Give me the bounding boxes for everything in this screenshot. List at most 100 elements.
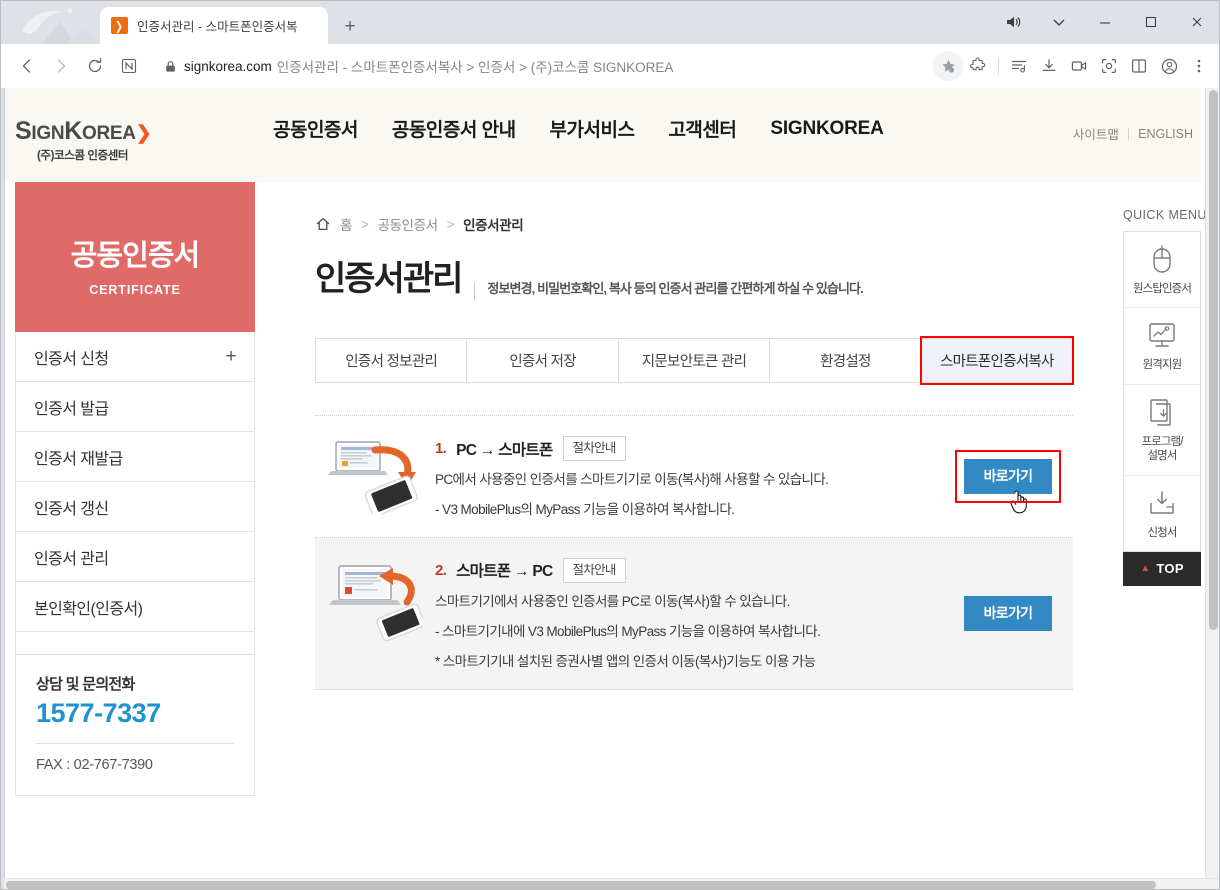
logo-ign: IGN (31, 123, 65, 144)
sidebar-item-renew[interactable]: 인증서 갱신 (15, 482, 255, 532)
phone-to-laptop-icon (315, 554, 435, 644)
page-description: 정보변경, 비밀번호확인, 복사 등의 인증서 관리를 간편하게 하실 수 있습… (474, 282, 864, 300)
tab-fingerprint-token[interactable]: 지문보안토큰 관리 (618, 339, 771, 382)
logo-subtitle: (주)코스콤 인증센터 (37, 150, 129, 162)
gnb-item-2[interactable]: 부가서비스 (550, 115, 669, 142)
browser-tab[interactable]: ❯ 인증서관리 - 스마트폰인증서복 (100, 7, 328, 44)
sidebar-item-identity[interactable]: 본인확인(인증서) (15, 582, 255, 632)
address-bar[interactable]: signkorea.com 인증서관리 - 스마트폰인증서복사 > 인증서 > … (154, 51, 927, 81)
list-item-title-line: 1. PC → 스마트폰 절차안내 (435, 436, 943, 461)
gnb-item-0[interactable]: 공동인증서 (273, 115, 392, 142)
quick-item-remote[interactable]: 원격지원 (1124, 308, 1200, 385)
star-bookmark-icon[interactable] (933, 51, 963, 81)
tab-cert-save[interactable]: 인증서 저장 (467, 339, 619, 382)
cta-wrapper-highlighted: 바로가기 (943, 450, 1073, 514)
quick-item-label: 원스탑인증서 (1132, 283, 1192, 295)
horizontal-scrollbar[interactable] (4, 878, 1220, 890)
split-screen-icon[interactable] (1124, 51, 1154, 81)
cta-wrapper: 바로가기 (943, 595, 1073, 631)
contact-phone: 1577-7337 (36, 698, 161, 728)
quick-item-onestop[interactable]: 원스탑인증서 (1124, 232, 1200, 309)
global-nav: 공동인증서 공동인증서 안내 부가서비스 고객센터 SIGNKOREA (273, 115, 918, 142)
back-icon[interactable] (10, 51, 44, 81)
horizontal-scrollbar-thumb[interactable] (6, 881, 1156, 889)
breadcrumb-sep-1: > (361, 216, 369, 232)
site-header: SIGNKOREA❯ (주)코스콤 인증센터 공동인증서 공동인증서 안내 부가… (5, 88, 1201, 182)
volume-icon[interactable] (990, 0, 1036, 44)
tab-cert-info[interactable]: 인증서 정보관리 (316, 339, 468, 382)
guide-button[interactable]: 절차안내 (562, 557, 626, 583)
naver-whale-home-icon[interactable] (112, 51, 146, 81)
list-item-body: 2. 스마트폰 → PC 절차안내 스마트기기에서 사용중인 인증서를 PC로 … (435, 554, 943, 673)
list-item-title-line: 2. 스마트폰 → PC 절차안내 (435, 557, 943, 583)
lock-icon (164, 60, 177, 73)
sidebar-item-manage[interactable]: 인증서 관리 (15, 532, 255, 582)
english-link[interactable]: ENGLISH (1138, 127, 1193, 141)
logo-orea: OREA (82, 123, 136, 144)
util-divider: | (1126, 126, 1131, 141)
sidebar-item-reissue[interactable]: 인증서 재발급 (15, 432, 255, 482)
page-viewport: SIGNKOREA❯ (주)코스콤 인증센터 공동인증서 공동인증서 안내 부가… (4, 88, 1216, 878)
plus-icon[interactable]: + (226, 347, 237, 366)
sitemap-link[interactable]: 사이트맵 (1073, 124, 1119, 143)
vertical-scrollbar[interactable] (1205, 88, 1220, 878)
gnb-item-1[interactable]: 공동인증서 안내 (392, 115, 550, 142)
extensions-puzzle-icon[interactable] (963, 51, 993, 81)
utility-nav: 사이트맵 | ENGLISH (1073, 124, 1193, 143)
quick-menu-title: QUICK MENU (1123, 208, 1207, 222)
minimize-icon[interactable] (1082, 0, 1128, 44)
left-nav-title-en: CERTIFICATE (89, 282, 181, 297)
new-tab-button[interactable]: + (338, 14, 362, 38)
caret-up-icon: ▲ (1140, 562, 1151, 574)
goto-button[interactable]: 바로가기 (963, 595, 1053, 631)
quick-item-program-manual[interactable]: 프로그램/ 설명서 (1124, 385, 1200, 476)
signkorea-favicon: ❯ (111, 17, 128, 34)
browser-window: ❯ 인증서관리 - 스마트폰인증서복 + signkorea.com 인증서관리… (0, 0, 1220, 890)
profile-icon[interactable] (1154, 51, 1184, 81)
sidebar-item-issue[interactable]: 인증서 발급 (15, 382, 255, 432)
guide-button[interactable]: 절차안내 (562, 436, 626, 461)
gnb-item-4[interactable]: SIGNKOREA (770, 118, 917, 140)
download-icon[interactable] (1034, 51, 1064, 81)
sidebar-item-label: 인증서 발급 (34, 400, 109, 418)
sidebar-item-apply[interactable]: 인증서 신청 + (15, 332, 255, 382)
left-nav-title-kr: 공동인증서 (70, 239, 200, 272)
logo-arrow-icon: ❯ (135, 123, 152, 144)
gnb-item-3[interactable]: 고객센터 (668, 115, 770, 142)
breadcrumb-sep-2: > (446, 216, 455, 232)
maximize-icon[interactable] (1128, 0, 1174, 44)
breadcrumb-level2[interactable]: 공동인증서 (378, 214, 439, 234)
tab-smartphone-copy[interactable]: 스마트폰인증서복사 (919, 336, 1075, 385)
signkorea-page: SIGNKOREA❯ (주)코스콤 인증센터 공동인증서 공동인증서 안내 부가… (5, 88, 1207, 878)
watermark-mountain-icon (42, 22, 100, 44)
contact-divider (36, 743, 234, 744)
more-menu-icon[interactable] (1184, 51, 1214, 81)
breadcrumb-home[interactable]: 홈 (340, 214, 352, 234)
top-label: TOP (1156, 561, 1184, 577)
chevron-down-icon[interactable] (1036, 0, 1082, 44)
favicon-glyph: ❯ (115, 18, 124, 33)
sidebar-item-label: 본인확인(인증서) (34, 600, 143, 618)
quick-item-label: 프로그램/ 설명서 (1141, 435, 1183, 463)
vertical-scrollbar-thumb[interactable] (1209, 90, 1218, 630)
quick-item-application-form[interactable]: 신청서 (1124, 476, 1200, 551)
sidebar-item-label: 인증서 관리 (34, 550, 109, 568)
address-rest: 인증서관리 - 스마트폰인증서복사 > 인증서 > (주)코스콤 SIGNKOR… (276, 60, 674, 75)
sidebar-item-label: 인증서 재발급 (34, 450, 123, 468)
tab-settings[interactable]: 환경설정 (770, 339, 922, 382)
browser-toolbar: signkorea.com 인증서관리 - 스마트폰인증서복사 > 인증서 > … (0, 44, 1220, 88)
contact-fax: FAX : 02-767-7390 (36, 757, 153, 773)
reading-list-icon[interactable] (1004, 51, 1034, 81)
sidebar-contact: 상담 및 문의전화 1577-7337 FAX : 02-767-7390 (15, 655, 255, 796)
site-logo[interactable]: SIGNKOREA❯ (주)코스콤 인증센터 (15, 117, 152, 163)
scroll-to-top-button[interactable]: ▲ TOP (1123, 551, 1201, 586)
close-icon[interactable] (1174, 0, 1220, 44)
list-item-body: 1. PC → 스마트폰 절차안내 PC에서 사용중인 인증서를 스마트기기로 … (435, 432, 943, 521)
home-icon[interactable] (315, 216, 331, 232)
list-item-line-1: PC에서 사용중인 인증서를 스마트기기로 이동(복사)해 사용할 수 있습니다… (435, 472, 829, 487)
screenshot-icon[interactable] (1094, 51, 1124, 81)
list-item-number: 1. (435, 440, 447, 457)
forward-icon[interactable] (44, 51, 78, 81)
reload-icon[interactable] (78, 51, 112, 81)
video-capture-icon[interactable] (1064, 51, 1094, 81)
